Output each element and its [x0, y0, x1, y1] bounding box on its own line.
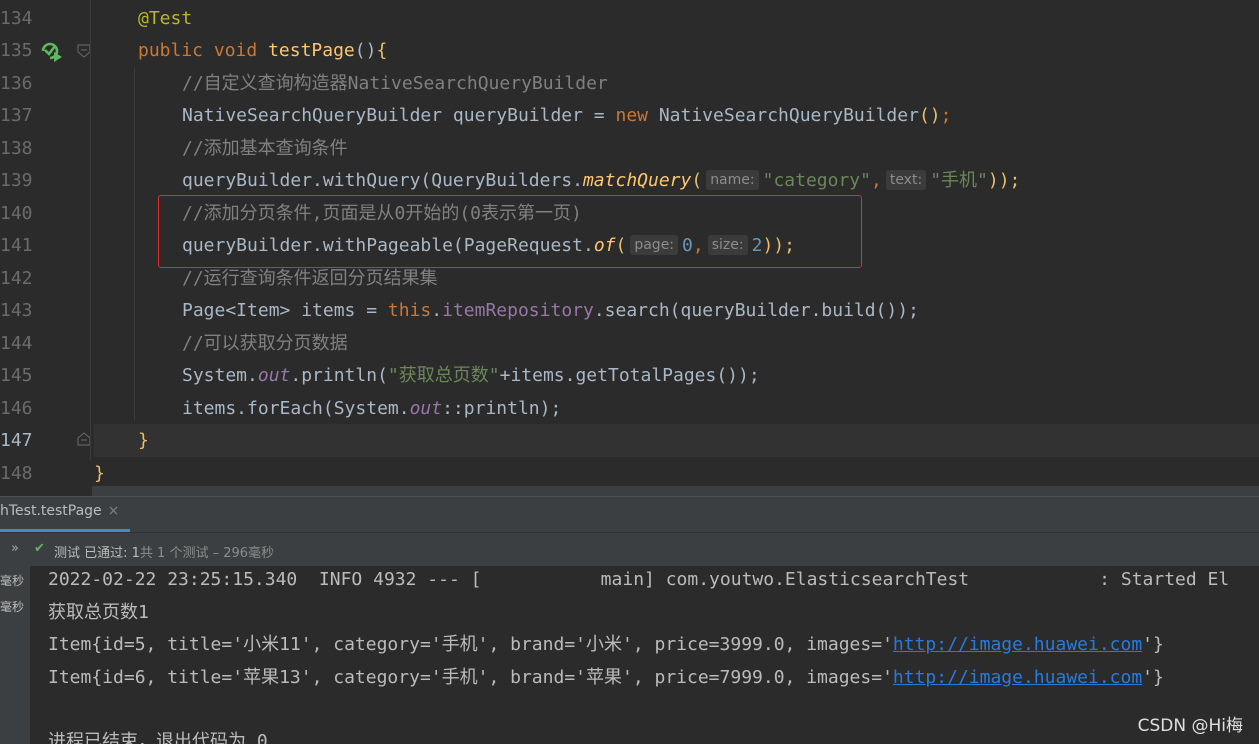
keyword: public — [138, 40, 204, 61]
parameter-hint: text: — [885, 170, 927, 190]
code-text: NativeSearchQueryBuilder — [648, 105, 919, 126]
console-line: Item{id=5, title='小米11', category='手机', … — [48, 629, 1164, 661]
indent-guide — [90, 0, 91, 460]
line-number-current: 147 — [0, 430, 33, 451]
code-text: queryBuilder.withQuery(QueryBuilders. — [182, 170, 583, 191]
expand-chevron-icon[interactable]: » — [11, 541, 19, 556]
test-summary-label: 共 1 个测试 – 296毫秒 — [139, 546, 275, 561]
run-tab-bar: hTest.testPage × — [0, 496, 1259, 532]
console-line: 获取总页数1 — [48, 602, 149, 623]
code-text: )); — [987, 170, 1021, 191]
console-text: Item{id=6, title='苹果13', category='手机', … — [48, 667, 893, 688]
current-line-highlight — [94, 424, 1259, 457]
fold-collapse-icon[interactable] — [77, 44, 91, 58]
line-number: 143 — [0, 300, 33, 321]
code-line-139: queryBuilder.withQuery(QueryBuilders.mat… — [182, 165, 1020, 197]
line-number-gutter: 134 135 136 137 138 139 140 141 142 143 … — [0, 0, 94, 496]
console-text: Item{id=5, title='小米11', category='手机', … — [48, 634, 893, 655]
console-line: 进程已结束，退出代码为 0 — [48, 731, 268, 744]
line-number: 144 — [0, 333, 33, 354]
brace: { — [376, 40, 388, 61]
keyword: this — [387, 300, 432, 321]
console-text: '} — [1142, 634, 1164, 655]
console-text: '} — [1142, 667, 1164, 688]
string-literal: "获取总页数" — [387, 365, 500, 386]
code-text: ( — [691, 170, 703, 191]
code-text: System. — [182, 365, 258, 386]
line-number: 145 — [0, 365, 33, 386]
console-line: Item{id=6, title='苹果13', category='手机', … — [48, 662, 1164, 694]
code-line-147: } — [138, 430, 149, 451]
console-output[interactable]: 2022-02-22 23:25:15.340 INFO 4932 --- [ … — [30, 566, 1259, 744]
duration-label: 毫秒 — [0, 574, 25, 588]
line-number: 139 — [0, 170, 33, 191]
line-number: 148 — [0, 463, 33, 484]
console-line: 2022-02-22 23:25:15.340 INFO 4932 --- [ … — [48, 569, 1230, 590]
line-number: 137 — [0, 105, 33, 126]
annotation: @Test — [138, 8, 193, 29]
code-text: . — [431, 300, 443, 321]
method-name: testPage — [268, 40, 355, 61]
code-line-146: items.forEach(System.out::println); — [182, 393, 561, 425]
string-literal: "category" — [762, 170, 871, 191]
fold-end-icon[interactable] — [77, 432, 91, 446]
code-line-137: NativeSearchQueryBuilder queryBuilder = … — [182, 100, 951, 132]
code-line-135: public void testPage(){ — [138, 35, 387, 67]
tab-run-testpage[interactable]: hTest.testPage × — [0, 503, 119, 531]
code-line-143: Page<Item> items = this.itemRepository.s… — [182, 295, 919, 327]
code-editor[interactable]: 134 135 136 137 138 139 140 141 142 143 … — [0, 0, 1259, 496]
code-text: Page<Item> items = — [182, 300, 388, 321]
horizontal-scrollbar[interactable] — [92, 486, 1259, 496]
code-text: .println( — [290, 365, 388, 386]
method-name: matchQuery — [582, 170, 692, 191]
code-line-136: //自定义查询构造器NativeSearchQueryBuilder — [182, 73, 608, 94]
field-name: itemRepository — [442, 300, 594, 321]
watermark: CSDN @Hi梅 — [1137, 716, 1243, 736]
code-text: () — [918, 105, 941, 126]
code-line-145: System.out.println("获取总页数"+items.getTota… — [182, 360, 760, 392]
console-link[interactable]: http://image.huawei.com — [893, 667, 1142, 688]
code-text: .search(queryBuilder.build()); — [593, 300, 919, 321]
close-icon[interactable]: × — [108, 503, 120, 519]
parameter-hint: name: — [706, 170, 759, 190]
field-name: out — [257, 365, 291, 386]
semicolon: ; — [940, 105, 952, 126]
annotation-highlight-box — [158, 195, 862, 268]
code-text: items.forEach(System. — [182, 398, 410, 419]
code-text: ::println); — [442, 398, 562, 419]
line-number: 142 — [0, 268, 33, 289]
code-text: () — [354, 40, 377, 61]
string-literal: "手机" — [930, 170, 988, 191]
indent-guide — [134, 68, 135, 420]
line-number: 141 — [0, 235, 33, 256]
duration-label: 毫秒 — [0, 600, 25, 614]
test-tree-strip[interactable]: 毫秒 毫秒 — [0, 566, 30, 744]
code-line-144: //可以获取分页数据 — [182, 333, 348, 354]
line-number: 140 — [0, 203, 33, 224]
test-passed-label: 测试 已通过: 1 — [54, 546, 140, 561]
line-number: 138 — [0, 138, 33, 159]
check-icon: ✔ — [34, 541, 45, 556]
line-number: 135 — [0, 40, 33, 61]
line-number: 136 — [0, 73, 33, 94]
test-result-text: 测试 已通过: 1共 1 个测试 – 296毫秒 — [54, 542, 274, 561]
keyword: new — [615, 105, 648, 126]
run-test-icon[interactable] — [40, 40, 64, 62]
code-text: , — [870, 170, 882, 191]
test-status-bar: » ✔ 测试 已通过: 1共 1 个测试 – 296毫秒 — [0, 532, 1259, 566]
code-text: +items.getTotalPages()); — [499, 365, 760, 386]
code-text: NativeSearchQueryBuilder queryBuilder = — [182, 105, 616, 126]
field-name: out — [409, 398, 443, 419]
console-link[interactable]: http://image.huawei.com — [893, 634, 1142, 655]
line-number: 134 — [0, 8, 33, 29]
code-line-134: @Test — [138, 3, 192, 35]
keyword: void — [213, 40, 258, 61]
line-number: 146 — [0, 398, 33, 419]
tab-label: hTest.testPage — [0, 503, 102, 519]
code-line-138: //添加基本查询条件 — [182, 138, 348, 159]
